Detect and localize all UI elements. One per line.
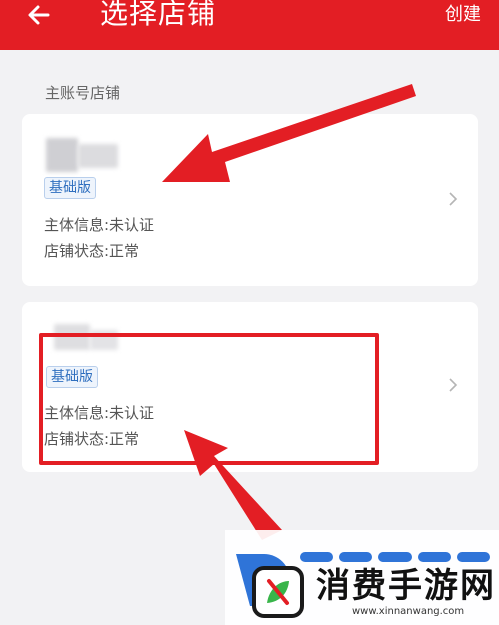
watermark-leaf-icon <box>252 566 304 618</box>
watermark-stripes <box>300 552 491 562</box>
watermark-url: www.xinnanwang.com <box>352 606 465 617</box>
watermark-title: 消费手游网 <box>316 566 496 606</box>
annotation-arrow-icon <box>184 430 282 540</box>
annotation-arrow-icon <box>162 84 416 182</box>
